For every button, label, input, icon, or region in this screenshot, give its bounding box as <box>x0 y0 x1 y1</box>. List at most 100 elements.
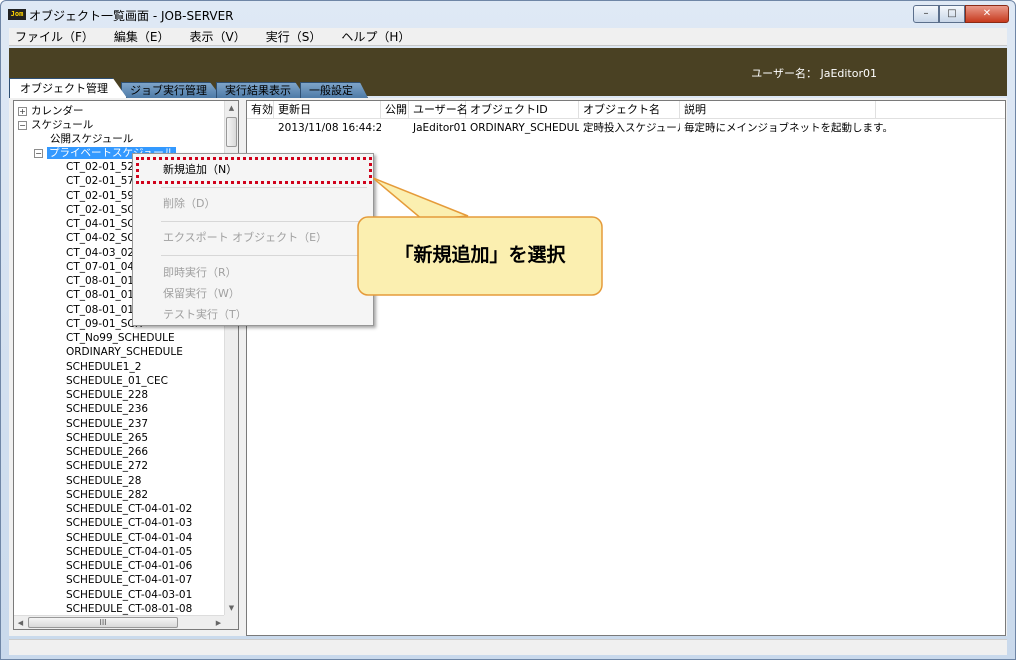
tree-item-label: SCHEDULE_CT-04-03-01 <box>66 588 193 601</box>
menu-file[interactable]: ファイル（F） <box>9 28 104 45</box>
tree-item[interactable]: SCHEDULE_CT-04-01-04 <box>66 531 192 545</box>
maximize-button[interactable]: □ <box>939 5 965 23</box>
tree-item[interactable]: SCHEDULE_282 <box>66 488 148 502</box>
cell-updated: 2013/11/08 16:44:28 <box>278 122 381 134</box>
tree-item-label: SCHEDULE_CT-04-01-03 <box>66 517 193 530</box>
expand-icon[interactable]: + <box>18 106 27 116</box>
column-header-enabled[interactable]: 有効 <box>247 101 274 119</box>
column-header-description[interactable]: 説明 <box>680 101 876 119</box>
scroll-thumb-horizontal[interactable]: III <box>28 617 178 628</box>
tree-item[interactable]: SCHEDULE_236 <box>66 402 148 416</box>
tree-item-label: CT_No99_SCHEDULE <box>66 332 175 344</box>
column-header-public[interactable]: 公開 <box>381 101 409 119</box>
cell-object-id: ORDINARY_SCHEDULE <box>470 122 579 134</box>
tree-item[interactable]: SCHEDULE_01_CEC <box>66 374 168 388</box>
menu-separator <box>161 255 367 256</box>
context-menu: 新規追加（N） 削除（D） エクスポート オブジェクト（E） 即時実行（R） 保… <box>132 153 374 326</box>
tree-item-label: CT_02-01_59_ <box>66 189 140 202</box>
tree-item[interactable]: SCHEDULE_266 <box>66 445 148 459</box>
tree-item[interactable]: SCHEDULE_CT-04-01-03 <box>66 516 192 530</box>
tree-item-label: SCHEDULE_CT-04-01-06 <box>66 560 193 572</box>
menu-run[interactable]: 実行（S） <box>256 28 332 45</box>
tree-item[interactable]: SCHEDULE_CT-04-01-02 <box>66 502 192 516</box>
tree-item-label: SCHEDULE_266 <box>66 446 149 458</box>
column-header-object-id[interactable]: オブジェクトID <box>466 101 579 119</box>
tab-object-management[interactable]: オブジェクト管理 <box>9 78 127 98</box>
tree-item[interactable]: SCHEDULE_28 <box>66 474 141 488</box>
tree-item[interactable]: CT_08-01_01_ <box>66 303 139 317</box>
tree-horizontal-scrollbar[interactable]: ◀ III ▶ <box>14 615 226 629</box>
tree-item[interactable]: SCHEDULE_265 <box>66 431 148 445</box>
title-bar: Jom オブジェクト一覧画面 - JOB-SERVER – □ ✕ <box>1 1 1015 27</box>
tree-item[interactable]: CT_02-01_57 <box>66 174 134 188</box>
tree-item-label: SCHEDULE_CT-04-01-05 <box>66 545 193 558</box>
tree-item[interactable]: ORDINARY_SCHEDULE <box>66 345 183 359</box>
menu-item-new[interactable]: 新規追加（N） <box>163 161 237 179</box>
tree-item[interactable]: SCHEDULE_CT-04-01-06 <box>66 559 192 573</box>
tree-item[interactable]: SCHEDULE_272 <box>66 459 148 473</box>
menu-help[interactable]: ヘルプ（H） <box>331 28 420 45</box>
tree-item-label: SCHEDULE_28 <box>66 474 142 487</box>
tree-item[interactable]: SCHEDULE_CT-04-03-01 <box>66 588 192 602</box>
scrollbar-corner <box>224 615 238 629</box>
scroll-up-icon[interactable]: ▲ <box>225 101 238 115</box>
tree-node-label: 公開スケジュール <box>50 133 134 145</box>
tree-item-label: SCHEDULE_01_CEC <box>66 374 168 387</box>
application-window: Jom オブジェクト一覧画面 - JOB-SERVER – □ ✕ ファイル（F… <box>0 0 1016 660</box>
cell-object-name: 定時投入スケジュール <box>583 122 680 134</box>
column-header-updated[interactable]: 更新日 <box>274 101 381 119</box>
tree-item-label: SCHEDULE_CT-04-01-07 <box>66 574 193 587</box>
tree-item[interactable]: SCHEDULE_CT-04-01-05 <box>66 545 192 559</box>
minimize-button[interactable]: – <box>913 5 939 23</box>
tree-item-label: SCHEDULE_282 <box>66 488 149 501</box>
collapse-icon[interactable]: − <box>18 120 27 130</box>
menu-view[interactable]: 表示（V） <box>180 28 256 45</box>
callout-text: 「新規追加」を選択 <box>394 244 566 266</box>
tree-item-label: SCHEDULE1_2 <box>66 360 142 373</box>
status-bar <box>9 639 1007 655</box>
tree-item[interactable]: SCHEDULE_228 <box>66 388 148 402</box>
tree-item[interactable]: SCHEDULE_CT-08-01-08 <box>66 602 192 616</box>
menu-edit[interactable]: 編集（E） <box>104 28 180 45</box>
tree-item[interactable]: CT_07-01_04_ <box>66 260 139 274</box>
tree-item[interactable]: CT_08-01_01_ <box>66 274 139 288</box>
tree-item-label: SCHEDULE_236 <box>66 403 149 416</box>
close-button[interactable]: ✕ <box>965 5 1009 23</box>
tree-item[interactable]: SCHEDULE1_2 <box>66 360 141 374</box>
tree-item[interactable]: CT_No99_SCHEDULE <box>66 331 175 345</box>
menu-item-hold-run[interactable]: 保留実行（W） <box>163 285 240 303</box>
scroll-down-icon[interactable]: ▼ <box>225 601 238 615</box>
cell-public <box>381 121 409 135</box>
tree-item[interactable]: CT_08-01_01_ <box>66 288 139 302</box>
column-header-object-name[interactable]: オブジェクト名 <box>579 101 680 119</box>
tab-job-execution[interactable]: ジョブ実行管理 <box>121 82 222 98</box>
column-header-user[interactable]: ユーザー名 <box>409 101 468 119</box>
user-name-label: ユーザー名： JaEditor01 <box>751 67 877 80</box>
tree-node-schedule[interactable]: − スケジュール <box>18 118 93 132</box>
menu-item-test-run[interactable]: テスト実行（T） <box>163 306 247 324</box>
tree-item-label: SCHEDULE_228 <box>66 389 149 401</box>
menu-item-run-now[interactable]: 即時実行（R） <box>163 264 237 282</box>
tab-execution-results[interactable]: 実行結果表示 <box>216 82 306 98</box>
tree-item[interactable]: SCHEDULE_CT-04-01-07 <box>66 573 192 587</box>
tree-node-public-schedule[interactable]: 公開スケジュール <box>50 132 133 146</box>
tree-item-label: CT_07-01_04_ <box>66 260 140 273</box>
main-tabs: オブジェクト管理 ジョブ実行管理 実行結果表示 一般設定 <box>9 78 368 98</box>
tree-item[interactable]: CT_02-01_59_ <box>66 189 139 203</box>
scroll-left-icon[interactable]: ◀ <box>14 616 27 629</box>
tree-item-label: CT_02-01_57 <box>66 175 135 188</box>
tab-general-settings[interactable]: 一般設定 <box>300 82 368 98</box>
menu-item-delete[interactable]: 削除（D） <box>163 195 215 213</box>
collapse-icon[interactable]: − <box>34 148 43 158</box>
tree-item-label: SCHEDULE_237 <box>66 417 149 430</box>
tree-item-label: SCHEDULE_272 <box>66 460 149 473</box>
menu-item-export[interactable]: エクスポート オブジェクト（E） <box>163 229 327 247</box>
app-logo-icon: Jom <box>8 9 26 20</box>
tree-item[interactable]: CT_04-03_02_ <box>66 246 139 260</box>
scroll-thumb[interactable] <box>226 117 237 147</box>
tree-node-calendar[interactable]: + カレンダー <box>18 104 84 118</box>
table-row[interactable]: 2013/11/08 16:44:28 JaEditor01 ORDINARY_… <box>247 121 1005 135</box>
menu-bar: ファイル（F） 編集（E） 表示（V） 実行（S） ヘルプ（H） <box>9 28 1007 46</box>
tree-item[interactable]: SCHEDULE_237 <box>66 417 148 431</box>
tree-item[interactable]: CT_02-01_52 <box>66 160 134 174</box>
